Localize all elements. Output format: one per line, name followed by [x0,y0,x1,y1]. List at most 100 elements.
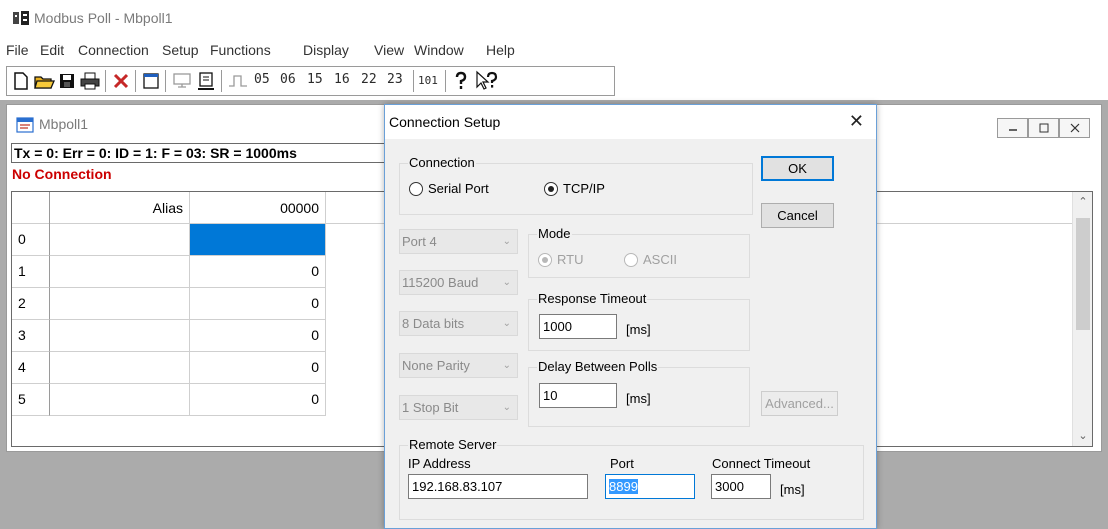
response-timeout-group: Response Timeout 1000 [ms] [528,291,750,351]
cancel-button[interactable]: Cancel [761,203,834,228]
alias-cell[interactable] [50,384,190,416]
delay-between-polls-group: Delay Between Polls 10 [ms] [528,359,750,427]
menu-setup[interactable]: Setup [162,42,199,58]
dialog-close-icon[interactable]: ✕ [849,111,864,132]
mode-legend: Mode [537,226,572,241]
serial-port-radio[interactable]: Serial Port [409,181,489,196]
value-cell[interactable]: 0 [190,384,326,416]
ascii-radio[interactable]: ASCII [624,252,677,267]
ip-address-label: IP Address [408,456,471,471]
ip-address-input[interactable]: 192.168.83.107 [408,474,588,499]
menu-file[interactable]: File [6,42,29,58]
document-icon [16,117,34,133]
scroll-down-icon[interactable]: ⌄ [1073,426,1092,446]
data-bits-select-value: 8 Data bits [402,316,465,331]
modbus-app-icon [13,11,29,25]
minimize-icon [1008,129,1017,131]
toolbar-separator [165,70,166,92]
serial-port-label: Serial Port [428,181,489,196]
close-button[interactable] [1059,118,1090,138]
column-header-00000[interactable]: 00000 [190,192,326,224]
close-x-icon[interactable] [111,70,131,92]
radio-on-icon [544,181,558,196]
close-icon [1070,123,1079,133]
baud-select[interactable]: 115200 Baud ⌄ [399,270,518,295]
chevron-down-icon: ⌄ [502,318,511,329]
open-folder-icon[interactable] [33,70,55,92]
data-bits-select[interactable]: 8 Data bits ⌄ [399,311,518,336]
pulse-icon[interactable] [227,70,249,92]
menu-connection[interactable]: Connection [78,42,149,58]
fc-15-button[interactable]: 15 [307,72,323,87]
stop-bits-select-value: 1 Stop Bit [402,400,459,415]
value-cell[interactable]: 0 [190,352,326,384]
fc-16-button[interactable]: 16 [334,72,350,87]
connect-timeout-input[interactable]: 3000 [711,474,771,499]
delay-between-polls-input[interactable]: 10 [539,383,617,408]
radio-off-icon [409,181,423,196]
toolbar-separator [135,70,136,92]
menu-edit[interactable]: Edit [40,42,64,58]
help-question-icon[interactable] [451,70,471,92]
toolbar-separator [105,70,106,92]
value-cell[interactable]: 0 [190,256,326,288]
fc-101-button[interactable]: 101 [418,74,438,87]
alias-cell[interactable] [50,224,190,256]
menu-window[interactable]: Window [414,42,464,58]
fc-05-button[interactable]: 05 [254,72,270,87]
rtu-label: RTU [557,252,584,267]
fc-23-button[interactable]: 23 [387,72,403,87]
row-number: 4 [12,352,50,384]
port-input[interactable]: 8899 [605,474,695,499]
parity-select-value: None Parity [402,358,470,373]
restore-button[interactable] [1028,118,1059,138]
context-help-icon[interactable] [475,70,499,92]
vertical-scrollbar[interactable]: ⌃ ⌄ [1072,192,1092,446]
chevron-down-icon: ⌄ [502,236,511,247]
rtu-radio[interactable]: RTU [538,252,583,267]
alias-cell[interactable] [50,256,190,288]
remote-server-group: Remote Server IP Address 192.168.83.107 … [399,437,864,520]
value-cell-selected[interactable]: 0 [190,224,326,256]
port-select[interactable]: Port 4 ⌄ [399,229,518,254]
alias-cell[interactable] [50,352,190,384]
response-timeout-input[interactable]: 1000 [539,314,617,339]
menu-view[interactable]: View [374,42,404,58]
menu-help[interactable]: Help [486,42,515,58]
ok-button[interactable]: OK [761,156,834,181]
chevron-down-icon: ⌄ [502,360,511,371]
connection-group: Connection Serial Port TCP/IP [399,155,753,215]
stop-bits-select[interactable]: 1 Stop Bit ⌄ [399,395,518,420]
disconnect-icon[interactable] [195,70,217,92]
menu-display[interactable]: Display [303,42,349,58]
minimize-button[interactable] [997,118,1028,138]
delay-between-polls-unit: [ms] [626,391,651,406]
remote-server-legend: Remote Server [408,437,498,452]
connect-timeout-unit: [ms] [780,482,805,497]
connect-icon[interactable] [171,70,193,92]
fc-06-button[interactable]: 06 [280,72,296,87]
advanced-button[interactable]: Advanced... [761,391,838,416]
toolbar-separator [221,70,222,92]
parity-select[interactable]: None Parity ⌄ [399,353,518,378]
save-icon[interactable] [57,70,77,92]
toolbar-separator [445,70,446,92]
connection-legend: Connection [408,155,476,170]
window-icon[interactable] [141,70,161,92]
connection-status: No Connection [12,166,112,182]
alias-cell[interactable] [50,320,190,352]
scroll-up-icon[interactable]: ⌃ [1073,192,1092,212]
value-cell[interactable]: 0 [190,320,326,352]
value-cell[interactable]: 0 [190,288,326,320]
child-title: Mbpoll1 [39,116,89,132]
delay-between-polls-legend: Delay Between Polls [537,359,659,374]
response-timeout-unit: [ms] [626,322,651,337]
print-icon[interactable] [79,70,101,92]
new-file-icon[interactable] [11,70,31,92]
tcp-ip-radio[interactable]: TCP/IP [544,181,605,196]
menu-functions[interactable]: Functions [210,42,271,58]
alias-cell[interactable] [50,288,190,320]
column-header-alias[interactable]: Alias [50,192,190,224]
scroll-thumb[interactable] [1076,218,1090,330]
fc-22-button[interactable]: 22 [361,72,377,87]
